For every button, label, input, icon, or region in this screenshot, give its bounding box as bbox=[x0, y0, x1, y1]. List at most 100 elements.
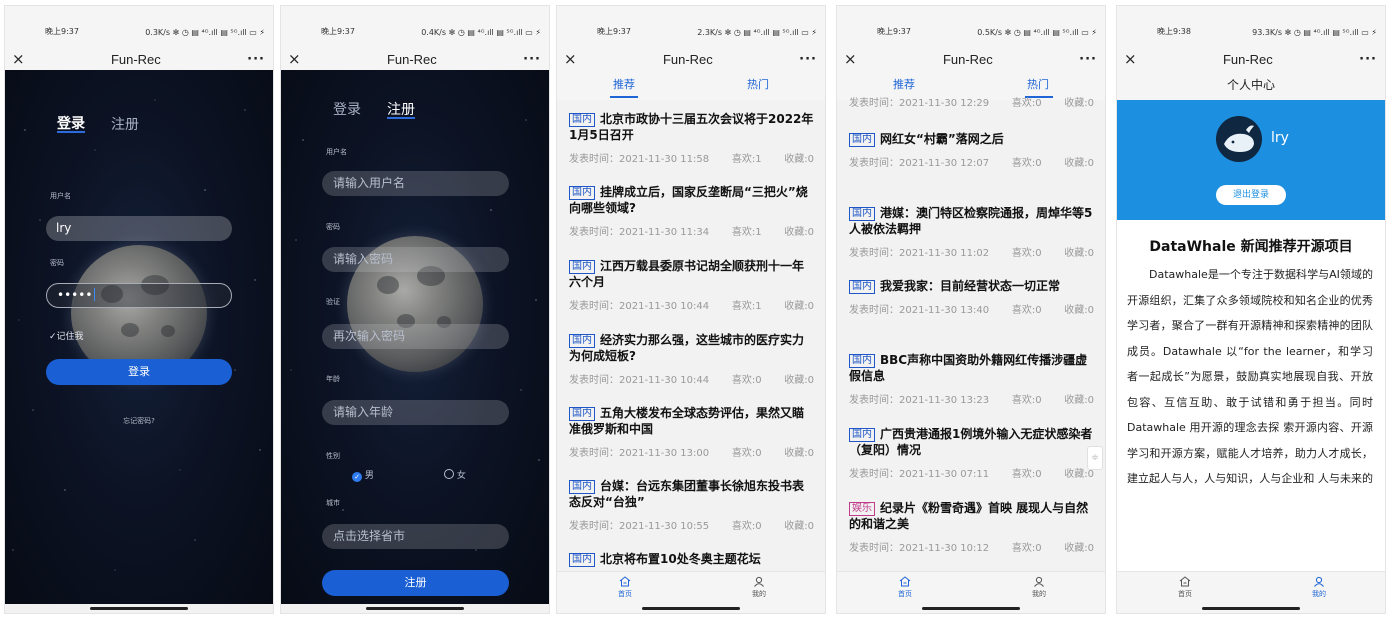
city-label: 城市 bbox=[326, 499, 340, 507]
login-background: 登录 注册 用户名 lry 密码 ••••• ✓记住我 登录 忘记密码? bbox=[5, 70, 273, 604]
more-icon[interactable]: ··· bbox=[1079, 52, 1097, 67]
news-item[interactable]: 国内 北京市政协十三届五次会议将于2022年1月5日召开 发表时间：2021-11-… bbox=[557, 111, 825, 165]
news-item[interactable]: 国内 BBC声称中国资助外籍网红传播涉疆虚假信息 发表时间：2021-11-30 1… bbox=[837, 352, 1105, 406]
nav-home[interactable]: 首页 bbox=[1165, 576, 1205, 599]
more-icon[interactable]: ··· bbox=[799, 52, 817, 67]
title-bar: × Fun-Rec ··· bbox=[1117, 48, 1385, 70]
scroll-handle[interactable]: ≑ bbox=[1087, 446, 1103, 470]
close-icon[interactable]: × bbox=[12, 50, 25, 68]
close-icon[interactable]: × bbox=[1124, 50, 1137, 68]
username-input[interactable]: lry bbox=[46, 216, 232, 241]
phone-feed-recommend: 晚上9:37 2.3K/s ✻ ◷ ▤ ⁴ᴳ.ıll ▤ ⁵ᴳ.ıll ▭ ⚡ … bbox=[556, 5, 826, 614]
confirm-password-input[interactable]: 再次输入密码 bbox=[322, 324, 509, 349]
remember-label: 记住我 bbox=[56, 332, 84, 342]
status-indicators: 93.3K/s ✻ ◷ ▤ ⁴ᴳ.ıll ▤ ⁵ᴳ.ıll ▭ ⚡ bbox=[1252, 28, 1377, 37]
status-time: 晚上9:38 bbox=[1157, 27, 1191, 36]
status-indicators: 0.3K/s ✻ ◷ ▤ ⁴ᴳ.ıll ▤ ⁵ᴳ.ıll ▭ ⚡ bbox=[145, 28, 265, 37]
home-indicator bbox=[1202, 607, 1300, 610]
password-label: 密码 bbox=[50, 259, 64, 267]
remember-me-checkbox[interactable]: ✓记住我 bbox=[49, 329, 84, 342]
password-input[interactable]: ••••• bbox=[46, 283, 232, 308]
username-input[interactable]: 请输入用户名 bbox=[322, 171, 509, 196]
nav-home[interactable]: 首页 bbox=[605, 576, 645, 599]
close-icon[interactable]: × bbox=[564, 50, 577, 68]
status-time: 晚上9:37 bbox=[597, 27, 631, 36]
more-icon[interactable]: ··· bbox=[1359, 52, 1377, 67]
status-bar: 晚上9:37 0.4K/s ✻ ◷ ▤ ⁴ᴳ.ıll ▤ ⁵ᴳ.ıll ▭ ⚡ bbox=[281, 6, 549, 48]
news-item[interactable]: 国内 港媒：澳门特区检察院通报，周焯华等5人被依法羁押 发表时间：2021-11-3… bbox=[837, 205, 1105, 259]
tab-login[interactable]: 登录 bbox=[333, 99, 361, 119]
tab-hot[interactable]: 热门 bbox=[747, 76, 769, 92]
phone-register: 晚上9:37 0.4K/s ✻ ◷ ▤ ⁴ᴳ.ıll ▤ ⁵ᴳ.ıll ▭ ⚡ … bbox=[280, 5, 550, 614]
home-indicator bbox=[922, 607, 1020, 610]
close-icon[interactable]: × bbox=[844, 50, 857, 68]
more-icon[interactable]: ··· bbox=[247, 52, 265, 67]
news-item[interactable]: 国内 江西万载县委原书记胡全顺获刑十一年六个月 发表时间：2021-11-30 10… bbox=[557, 258, 825, 312]
news-item[interactable]: 国内 挂牌成立后，国家反垄断局“三把火”烧向哪些领域? 发表时间：2021-11-3… bbox=[557, 184, 825, 238]
gender-label: 性别 bbox=[326, 452, 340, 460]
logout-button[interactable]: 退出登录 bbox=[1216, 185, 1286, 205]
news-item[interactable]: 娱乐 纪录片《粉雪奇遇》首映 展现人与自然的和谐之美 发表时间：2021-11-30… bbox=[837, 500, 1105, 554]
news-item[interactable]: 国内 北京将布置10处冬奥主题花坛 bbox=[557, 551, 825, 567]
confirm-label: 验证 bbox=[326, 298, 340, 306]
app-title: Fun-Rec bbox=[942, 51, 993, 67]
tab-register[interactable]: 注册 bbox=[387, 99, 415, 119]
news-item[interactable]: 国内 经济实力那么强，这些城市的医疗实力为何成短板? 发表时间：2021-11-30… bbox=[557, 332, 825, 386]
unchecked-icon bbox=[444, 469, 454, 479]
nav-mine[interactable]: 我的 bbox=[1299, 576, 1339, 599]
news-item[interactable]: 国内 五角大楼发布全球态势评估，果然又瞄准俄罗斯和中国 发表时间：2021-11-3… bbox=[557, 405, 825, 459]
status-indicators: 0.4K/s ✻ ◷ ▤ ⁴ᴳ.ıll ▤ ⁵ᴳ.ıll ▭ ⚡ bbox=[421, 28, 541, 37]
username-label: 用户名 bbox=[50, 192, 71, 200]
tab-indicator bbox=[387, 117, 415, 119]
home-indicator bbox=[90, 607, 188, 610]
username: lry bbox=[1271, 130, 1289, 146]
phone-profile: 晚上9:38 93.3K/s ✻ ◷ ▤ ⁴ᴳ.ıll ▤ ⁵ᴳ.ıll ▭ ⚡… bbox=[1116, 5, 1386, 614]
tab-recommend[interactable]: 推荐 bbox=[613, 76, 635, 92]
status-bar: 晚上9:37 0.3K/s ✻ ◷ ▤ ⁴ᴳ.ıll ▤ ⁵ᴳ.ıll ▭ ⚡ bbox=[5, 6, 273, 48]
status-time: 晚上9:37 bbox=[45, 27, 79, 36]
gender-male-radio[interactable]: ✓ 男 bbox=[352, 468, 374, 482]
news-item-partial[interactable]: 发表时间：2021-11-30 12:29 喜欢:0 收藏:0 bbox=[837, 94, 1105, 109]
status-bar: 晚上9:37 0.5K/s ✻ ◷ ▤ ⁴ᴳ.ıll ▤ ⁵ᴳ.ıll ▭ ⚡ bbox=[837, 6, 1105, 48]
password-label: 密码 bbox=[326, 223, 340, 231]
username-label: 用户名 bbox=[326, 148, 347, 156]
checked-icon: ✓ bbox=[352, 472, 362, 482]
home-icon bbox=[619, 576, 631, 587]
tab-hot[interactable]: 热门 bbox=[1027, 76, 1049, 92]
city-picker[interactable]: 点击选择省市 bbox=[322, 524, 509, 549]
news-item[interactable]: 国内 我爱我家：目前经营状态一切正常 发表时间：2021-11-30 13:40 喜欢… bbox=[837, 278, 1105, 316]
home-indicator bbox=[366, 607, 464, 610]
title-bar: × Fun-Rec ··· bbox=[281, 48, 549, 70]
title-bar: × Fun-Rec ··· bbox=[5, 48, 273, 70]
status-bar: 晚上9:38 93.3K/s ✻ ◷ ▤ ⁴ᴳ.ıll ▤ ⁵ᴳ.ıll ▭ ⚡ bbox=[1117, 6, 1385, 48]
login-button[interactable]: 登录 bbox=[46, 359, 232, 385]
whale-logo-icon bbox=[1224, 125, 1254, 152]
tab-register[interactable]: 注册 bbox=[111, 114, 139, 134]
phone-feed-hot: 晚上9:37 0.5K/s ✻ ◷ ▤ ⁴ᴳ.ıll ▤ ⁵ᴳ.ıll ▭ ⚡ … bbox=[836, 5, 1106, 614]
register-button[interactable]: 注册 bbox=[322, 570, 509, 596]
tab-login[interactable]: 登录 bbox=[57, 113, 85, 133]
nav-mine[interactable]: 我的 bbox=[739, 576, 779, 599]
profile-banner: lry 退出登录 bbox=[1117, 100, 1385, 220]
status-indicators: 2.3K/s ✻ ◷ ▤ ⁴ᴳ.ıll ▤ ⁵ᴳ.ıll ▭ ⚡ bbox=[697, 28, 817, 37]
gender-female-radio[interactable]: 女 bbox=[444, 468, 466, 481]
news-item[interactable]: 国内 广西贵港通报1例境外输入无症状感染者（复阳）情况 发表时间：2021-11-3… bbox=[837, 426, 1105, 480]
status-bar: 晚上9:37 2.3K/s ✻ ◷ ▤ ⁴ᴳ.ıll ▤ ⁵ᴳ.ıll ▭ ⚡ bbox=[557, 6, 825, 48]
password-input[interactable]: 请输入密码 bbox=[322, 247, 509, 272]
status-time: 晚上9:37 bbox=[321, 27, 355, 36]
age-label: 年龄 bbox=[326, 375, 340, 383]
nav-mine[interactable]: 我的 bbox=[1019, 576, 1059, 599]
close-icon[interactable]: × bbox=[288, 50, 301, 68]
tab-recommend[interactable]: 推荐 bbox=[893, 76, 915, 92]
more-icon[interactable]: ··· bbox=[523, 52, 541, 67]
age-input[interactable]: 请输入年龄 bbox=[322, 400, 509, 425]
page-title: 个人中心 bbox=[1117, 70, 1385, 100]
news-item[interactable]: 国内 网红女“村霸”落网之后 发表时间：2021-11-30 12:07 喜欢:0 收藏… bbox=[837, 131, 1105, 169]
forgot-password-link[interactable]: 忘记密码? bbox=[5, 416, 273, 426]
news-item[interactable]: 国内 台媒：台远东集团董事长徐旭东投书表态反对“台独” 发表时间：2021-11-3… bbox=[557, 478, 825, 532]
home-icon bbox=[1179, 576, 1191, 587]
tab-indicator bbox=[57, 131, 85, 133]
register-background: 登录 注册 用户名 请输入用户名 密码 请输入密码 验证 再次输入密码 年龄 请… bbox=[281, 70, 549, 604]
user-icon bbox=[1314, 576, 1324, 587]
nav-home[interactable]: 首页 bbox=[885, 576, 925, 599]
